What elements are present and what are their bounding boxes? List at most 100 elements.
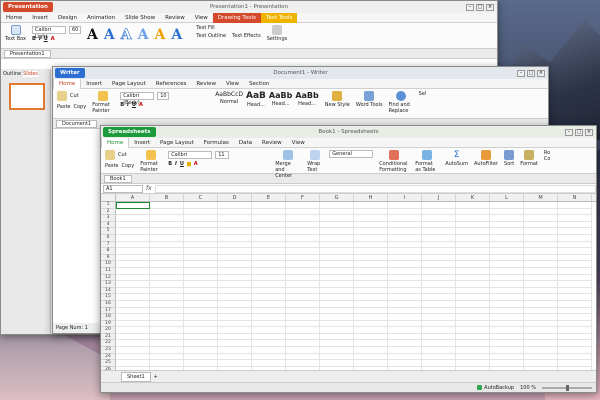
cell[interactable] bbox=[116, 320, 150, 328]
cell[interactable] bbox=[320, 327, 354, 334]
cell[interactable] bbox=[456, 274, 490, 282]
fx-icon[interactable]: fx bbox=[146, 185, 152, 192]
cell[interactable] bbox=[320, 307, 354, 315]
word-tools-button[interactable]: Word Tools bbox=[356, 91, 383, 108]
cell[interactable] bbox=[320, 300, 354, 308]
font-size-select[interactable]: 11 bbox=[215, 150, 230, 159]
cell[interactable] bbox=[422, 340, 456, 348]
cell[interactable] bbox=[150, 228, 184, 235]
cell[interactable] bbox=[150, 215, 184, 222]
cell[interactable] bbox=[490, 234, 524, 242]
cell[interactable] bbox=[116, 274, 150, 282]
cell[interactable] bbox=[354, 274, 388, 282]
cell[interactable] bbox=[252, 287, 286, 295]
cell[interactable] bbox=[524, 241, 558, 249]
row-header[interactable]: 1 bbox=[101, 202, 116, 209]
cell[interactable] bbox=[456, 320, 490, 328]
wordart-style-2[interactable]: A bbox=[104, 27, 115, 43]
cell[interactable] bbox=[354, 360, 388, 367]
cell[interactable] bbox=[422, 234, 456, 242]
cell[interactable] bbox=[388, 294, 422, 301]
cell[interactable] bbox=[116, 314, 150, 321]
cell[interactable] bbox=[558, 208, 592, 216]
cell[interactable] bbox=[388, 267, 422, 275]
cell[interactable] bbox=[184, 287, 218, 295]
cell[interactable] bbox=[456, 307, 490, 315]
cell[interactable] bbox=[150, 208, 184, 216]
conditional-formatting-button[interactable]: Conditional Formatting bbox=[379, 150, 409, 173]
row-header[interactable]: 23 bbox=[101, 347, 116, 354]
cell[interactable] bbox=[422, 353, 456, 361]
cell[interactable] bbox=[388, 274, 422, 282]
cell[interactable] bbox=[184, 353, 218, 361]
cell[interactable] bbox=[422, 327, 456, 334]
cell[interactable] bbox=[286, 353, 320, 361]
cell[interactable] bbox=[150, 314, 184, 321]
cell[interactable] bbox=[184, 228, 218, 235]
cell[interactable] bbox=[354, 228, 388, 235]
merge-center-button[interactable]: Merge and Center bbox=[275, 150, 301, 179]
cell[interactable] bbox=[286, 234, 320, 242]
cell[interactable] bbox=[150, 234, 184, 242]
maximize-icon[interactable]: □ bbox=[476, 3, 484, 11]
cell[interactable] bbox=[422, 347, 456, 354]
cell[interactable] bbox=[252, 254, 286, 262]
cell[interactable] bbox=[388, 327, 422, 334]
minimize-icon[interactable]: – bbox=[517, 69, 525, 77]
maximize-icon[interactable]: □ bbox=[575, 128, 583, 136]
cell[interactable] bbox=[150, 320, 184, 328]
cell[interactable] bbox=[524, 281, 558, 288]
cell[interactable] bbox=[354, 234, 388, 242]
style-heading-1[interactable]: AaB Head... bbox=[246, 91, 266, 108]
cell[interactable] bbox=[320, 347, 354, 354]
cell[interactable] bbox=[354, 340, 388, 348]
font-size-select[interactable]: 60 bbox=[69, 25, 81, 34]
cell[interactable] bbox=[422, 320, 456, 328]
cell[interactable] bbox=[558, 307, 592, 315]
cell[interactable] bbox=[490, 360, 524, 367]
cell[interactable] bbox=[252, 300, 286, 308]
cell[interactable] bbox=[354, 300, 388, 308]
cell[interactable] bbox=[558, 221, 592, 229]
paste-button[interactable]: Paste bbox=[57, 104, 71, 110]
cell[interactable] bbox=[150, 261, 184, 268]
cell[interactable] bbox=[456, 202, 490, 209]
cell[interactable] bbox=[252, 241, 286, 249]
cell[interactable] bbox=[116, 307, 150, 315]
cell[interactable] bbox=[456, 208, 490, 216]
cell[interactable] bbox=[184, 340, 218, 348]
cell[interactable] bbox=[490, 221, 524, 229]
cell[interactable] bbox=[354, 267, 388, 275]
text-fill-button[interactable]: Text Fill bbox=[196, 25, 226, 31]
cell[interactable] bbox=[150, 300, 184, 308]
cell[interactable] bbox=[456, 261, 490, 268]
cell[interactable] bbox=[388, 248, 422, 255]
cell[interactable] bbox=[320, 234, 354, 242]
cell[interactable] bbox=[218, 294, 252, 301]
cell[interactable] bbox=[320, 267, 354, 275]
font-select[interactable]: Calibri Light bbox=[32, 25, 66, 40]
column-header[interactable]: A bbox=[116, 194, 150, 201]
menu-review[interactable]: Review bbox=[191, 79, 221, 89]
row-header[interactable]: 11 bbox=[101, 267, 116, 275]
cell[interactable] bbox=[456, 248, 490, 255]
cell[interactable] bbox=[456, 360, 490, 367]
cell[interactable] bbox=[558, 261, 592, 268]
cell[interactable] bbox=[150, 274, 184, 282]
cell[interactable] bbox=[184, 314, 218, 321]
cell[interactable] bbox=[218, 228, 252, 235]
cell[interactable] bbox=[218, 327, 252, 334]
new-style-button[interactable]: New Style bbox=[325, 91, 350, 108]
cell[interactable] bbox=[490, 300, 524, 308]
cell[interactable] bbox=[456, 294, 490, 301]
cell[interactable] bbox=[184, 333, 218, 341]
cell[interactable] bbox=[116, 241, 150, 249]
cell[interactable] bbox=[490, 340, 524, 348]
cell[interactable] bbox=[388, 221, 422, 229]
cell[interactable] bbox=[490, 320, 524, 328]
cell[interactable] bbox=[558, 228, 592, 235]
cell[interactable] bbox=[456, 353, 490, 361]
cell-grid[interactable]: ABCDEFGHIJKLMN 1 2 3 4 5 6 7 8 9 10 11 12 13 14 15 16 17… bbox=[101, 194, 596, 370]
cell[interactable] bbox=[150, 267, 184, 275]
cell[interactable] bbox=[524, 248, 558, 255]
